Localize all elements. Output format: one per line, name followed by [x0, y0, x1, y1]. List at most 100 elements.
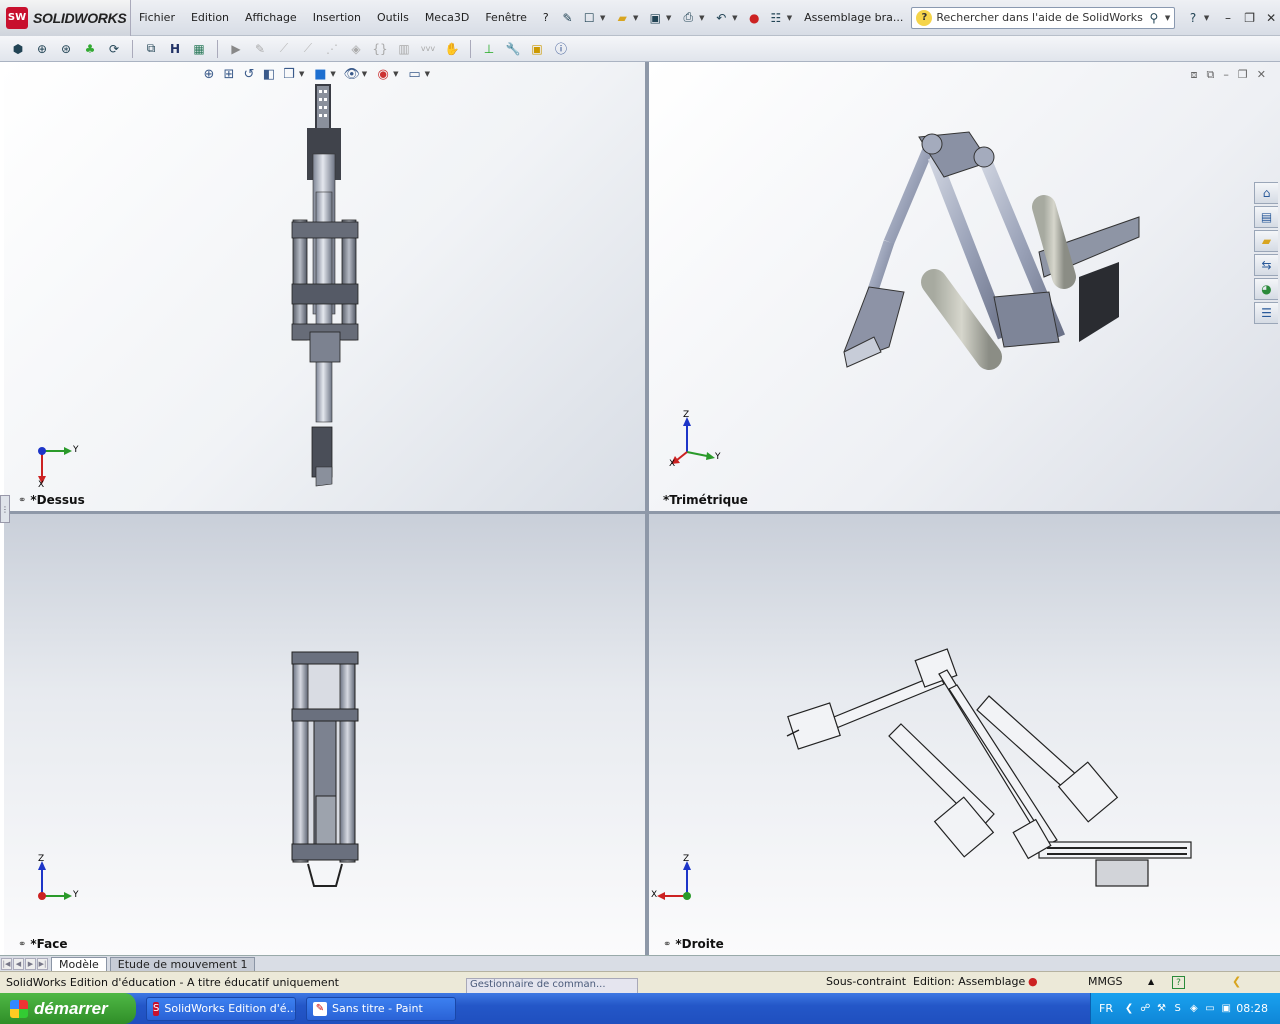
tray-shield-icon[interactable]: ◈: [1188, 1002, 1200, 1016]
solidworks-logo[interactable]: SW SOLIDWORKS: [0, 0, 132, 36]
vertical-splitter[interactable]: [645, 62, 649, 955]
sketch-angle-icon[interactable]: ⟋: [299, 40, 317, 58]
sketch-path-icon[interactable]: ⋰: [323, 40, 341, 58]
search-dropdown-icon[interactable]: ▼: [1165, 14, 1170, 22]
ruler-icon[interactable]: ▥: [395, 40, 413, 58]
menu-fichier[interactable]: Fichier: [131, 0, 183, 36]
tab-prev-icon[interactable]: ◀: [13, 957, 24, 970]
linear-pattern-icon[interactable]: ⊛: [57, 40, 75, 58]
wrench-icon[interactable]: 🔧: [504, 40, 522, 58]
sketch-line-icon[interactable]: ⟋: [275, 40, 293, 58]
toolbar-separator: [470, 39, 471, 58]
search-input[interactable]: Rechercher dans l'aide de SolidWorks: [936, 11, 1143, 24]
appearances-icon[interactable]: ◕: [1254, 278, 1278, 300]
menu-fenetre[interactable]: Fenêtre: [477, 0, 535, 36]
mate-icon[interactable]: ⊕: [33, 40, 51, 58]
minimize-icon[interactable]: –: [1219, 9, 1237, 27]
status-units[interactable]: MMGS: [1088, 975, 1123, 988]
task-pane: ⌂ ▤ ▰ ⇆ ◕ ☰: [1254, 182, 1280, 326]
new-dropdown-icon[interactable]: ▼: [600, 14, 605, 22]
help-search-box[interactable]: ? Rechercher dans l'aide de SolidWorks ⚲…: [911, 6, 1176, 29]
featuremanager-expand-handle[interactable]: ⋮: [0, 495, 10, 523]
hand-icon[interactable]: ✋: [443, 40, 461, 58]
viewport-trimetric[interactable]: ⧈ ⧉ – ❐ ✕ ⌂ ▤ ▰ ⇆ ◕ ☰ Z X Y *Trimétrique: [649, 62, 1280, 511]
options-icon[interactable]: ☷: [768, 10, 784, 26]
menu-help[interactable]: ?: [535, 0, 557, 36]
quick-tips-icon[interactable]: ?: [1172, 976, 1185, 989]
tray-solidworks-icon[interactable]: S: [1172, 1002, 1184, 1016]
restore-icon[interactable]: ❐: [1241, 9, 1259, 27]
expand-status-icon[interactable]: ❮: [1232, 975, 1241, 988]
insert-component-icon[interactable]: ⬢: [9, 40, 27, 58]
trimetric-view-model[interactable]: [649, 62, 1249, 511]
task-solidworks[interactable]: S SolidWorks Edition d'é...: [146, 996, 296, 1021]
save-dropdown-icon[interactable]: ▼: [666, 14, 671, 22]
open-dropdown-icon[interactable]: ▼: [633, 14, 638, 22]
command-manager-tab[interactable]: Gestionnaire de comman...: [466, 978, 638, 994]
close-icon[interactable]: ✕: [1262, 9, 1280, 27]
print-icon[interactable]: ⎙: [680, 10, 696, 26]
file-explorer-icon[interactable]: ▰: [1254, 230, 1278, 252]
play-icon[interactable]: ▶: [227, 40, 245, 58]
edit-icon[interactable]: ✎: [251, 40, 269, 58]
tab-motion-study[interactable]: Etude de mouvement 1: [109, 956, 256, 971]
start-button[interactable]: démarrer: [0, 993, 136, 1024]
undo-icon[interactable]: ↶: [713, 10, 729, 26]
move-component-icon[interactable]: ⟳: [105, 40, 123, 58]
paint-task-icon: ✎: [313, 1001, 327, 1016]
tray-tools-icon[interactable]: ⚒: [1155, 1002, 1167, 1016]
new-document-icon[interactable]: ☐: [581, 10, 597, 26]
menu-insertion[interactable]: Insertion: [305, 0, 369, 36]
print-dropdown-icon[interactable]: ▼: [699, 14, 704, 22]
top-view-model[interactable]: [4, 62, 645, 511]
menu-affichage[interactable]: Affichage: [237, 0, 305, 36]
design-library-icon[interactable]: ▤: [1254, 206, 1278, 228]
tab-next-icon[interactable]: ▶: [25, 957, 36, 970]
pin-icon[interactable]: ✎: [560, 10, 576, 26]
bottom-tabs: |◀ ◀ ▶ ▶| Modèle Etude de mouvement 1: [0, 955, 1280, 971]
front-view-model[interactable]: [4, 514, 645, 955]
menu-outils[interactable]: Outils: [369, 0, 417, 36]
custom-properties-icon[interactable]: ☰: [1254, 302, 1278, 324]
tray-network-icon[interactable]: ☍: [1139, 1002, 1151, 1016]
tray-clock[interactable]: 08:28: [1236, 1002, 1268, 1015]
viewport-close-icon[interactable]: ✕: [1257, 68, 1266, 82]
calculator-icon[interactable]: ▦: [190, 40, 208, 58]
horizontal-splitter[interactable]: [0, 511, 1280, 514]
braces-icon[interactable]: {}: [371, 40, 389, 58]
viewport-top[interactable]: ⊕ ⊞ ↺ ◧ ❒ ▼ ■ ▼ 👁 ▼ ◉ ▼ ▭ ▼ Y X ⚭ *Dessu…: [4, 62, 645, 511]
language-indicator[interactable]: FR: [1099, 1002, 1113, 1015]
tray-monitor-icon[interactable]: ▭: [1204, 1002, 1216, 1016]
units-dropdown-icon[interactable]: ▲: [1148, 977, 1154, 986]
rebuild-status-icon[interactable]: ●: [1028, 975, 1038, 988]
tray-expand-icon[interactable]: ❮: [1123, 1002, 1135, 1016]
right-view-model[interactable]: [649, 514, 1280, 955]
exploded-view-icon[interactable]: ⧉: [142, 40, 160, 58]
display-icon[interactable]: ▣: [528, 40, 546, 58]
options-dropdown-icon[interactable]: ▼: [787, 14, 792, 22]
open-folder-icon[interactable]: ▰: [614, 10, 630, 26]
help-dropdown-icon[interactable]: ▼: [1204, 14, 1209, 22]
viewport-front[interactable]: Z Y ⚭ *Face: [4, 514, 645, 955]
h-tool-icon[interactable]: H: [166, 40, 184, 58]
menu-edition[interactable]: Edition: [183, 0, 237, 36]
view-palette-icon[interactable]: ⇆: [1254, 254, 1278, 276]
save-icon[interactable]: ▣: [647, 10, 663, 26]
task-paint[interactable]: ✎ Sans titre - Paint: [306, 996, 456, 1021]
axis-icon[interactable]: ⊥: [480, 40, 498, 58]
tab-modele[interactable]: Modèle: [51, 956, 107, 971]
tab-first-icon[interactable]: |◀: [1, 957, 12, 970]
vvv-icon[interactable]: vvv: [419, 40, 437, 58]
info-icon[interactable]: ⓘ: [552, 40, 570, 58]
home-icon[interactable]: ⌂: [1254, 182, 1278, 204]
shield-icon[interactable]: ◈: [347, 40, 365, 58]
tab-last-icon[interactable]: ▶|: [37, 957, 48, 970]
undo-dropdown-icon[interactable]: ▼: [732, 14, 737, 22]
menu-meca3d[interactable]: Meca3D: [417, 0, 478, 36]
tray-display-icon[interactable]: ▣: [1220, 1002, 1232, 1016]
search-icon[interactable]: ⚲: [1146, 10, 1162, 26]
smart-fasteners-icon[interactable]: ♣: [81, 40, 99, 58]
viewport-right[interactable]: Z X ⚭ *Droite: [649, 514, 1280, 955]
rebuild-traffic-light-icon[interactable]: ●: [746, 10, 762, 26]
help-icon[interactable]: ?: [1185, 10, 1201, 26]
